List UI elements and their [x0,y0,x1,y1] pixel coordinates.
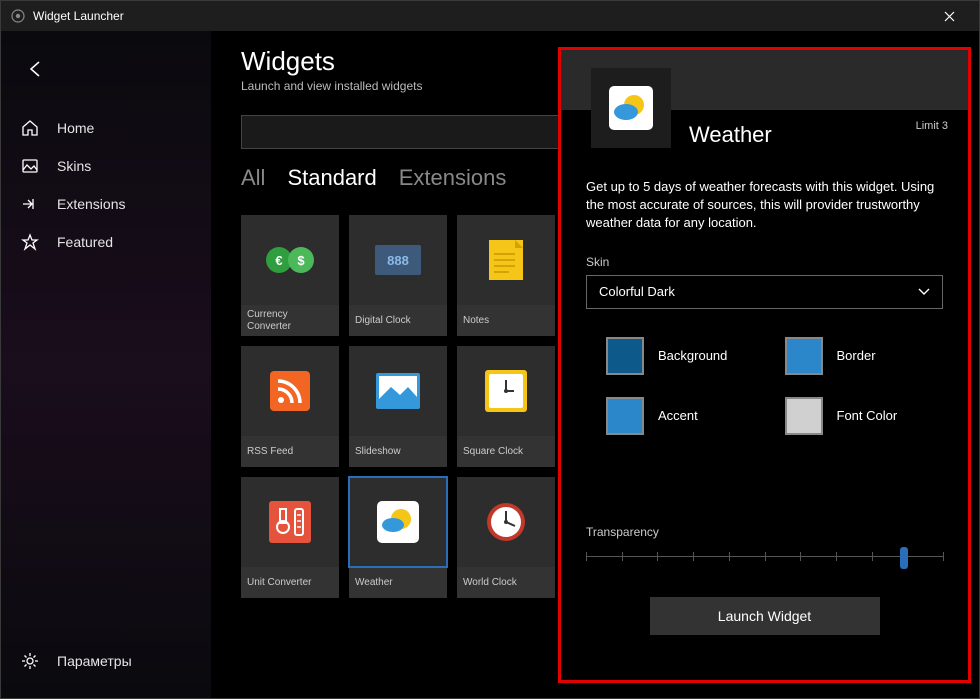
border-color-swatch[interactable] [785,337,823,375]
tab-standard[interactable]: Standard [287,165,376,193]
sidebar-item-label: Home [57,120,94,136]
launch-widget-button[interactable]: Launch Widget [650,597,880,635]
skin-select-value: Colorful Dark [599,284,675,299]
color-label: Border [837,348,876,363]
widget-label: Digital Clock [349,305,447,336]
widget-label: RSS Feed [241,436,339,467]
svg-text:888: 888 [387,253,409,268]
detail-panel: Weather Limit 3 Get up to 5 days of weat… [558,47,971,683]
panel-description: Get up to 5 days of weather forecasts wi… [586,178,943,233]
color-label: Background [658,348,727,363]
star-icon [21,233,39,251]
widget-label: Notes [457,305,555,336]
transparency-slider[interactable] [586,547,943,567]
widget-card-notes[interactable]: Notes [457,215,555,336]
font-color-swatch[interactable] [785,397,823,435]
widget-label: Slideshow [349,436,447,467]
widget-card-weather[interactable]: Weather [349,477,447,598]
extensions-icon [21,195,39,213]
sidebar-item-label: Параметры [57,653,132,669]
widget-card-digital-clock[interactable]: 888 Digital Clock [349,215,447,336]
sidebar-item-settings[interactable]: Параметры [1,642,211,680]
skin-select[interactable]: Colorful Dark [586,275,943,309]
weather-icon [609,86,653,130]
widget-card-square-clock[interactable]: Square Clock [457,346,555,467]
svg-text:€: € [275,253,282,268]
panel-widget-icon-box [591,68,671,148]
slider-thumb[interactable] [900,547,908,569]
svg-text:$: $ [297,253,305,268]
sidebar-item-label: Skins [57,158,91,174]
accent-color-swatch[interactable] [606,397,644,435]
widget-label: Unit Converter [241,567,339,598]
titlebar: Widget Launcher [1,1,979,31]
sidebar-item-label: Featured [57,234,113,250]
color-label: Font Color [837,408,898,423]
skins-icon [21,157,39,175]
widget-label: Weather [349,567,447,598]
chevron-down-icon [918,284,930,299]
panel-title: Weather [689,122,772,148]
app-icon [11,9,25,23]
background-color-swatch[interactable] [606,337,644,375]
titlebar-title: Widget Launcher [33,9,124,23]
widget-label: Square Clock [457,436,555,467]
widget-label: Currency Converter [241,305,339,336]
tab-all[interactable]: All [241,165,265,193]
sidebar-item-home[interactable]: Home [1,109,211,147]
transparency-label: Transparency [586,525,943,539]
back-button[interactable] [16,49,56,89]
home-icon [21,119,39,137]
widget-card-slideshow[interactable]: Slideshow [349,346,447,467]
sidebar-item-extensions[interactable]: Extensions [1,185,211,223]
widget-label: World Clock [457,567,555,598]
gear-icon [21,652,39,670]
panel-limit: Limit 3 [916,120,948,132]
close-button[interactable] [929,1,969,31]
color-label: Accent [658,408,698,423]
skin-label: Skin [586,255,943,269]
widget-card-currency[interactable]: € $ Currency Converter [241,215,339,336]
sidebar-item-label: Extensions [57,196,125,212]
sidebar-item-skins[interactable]: Skins [1,147,211,185]
widget-card-unit-converter[interactable]: Unit Converter [241,477,339,598]
tab-extensions[interactable]: Extensions [399,165,507,193]
widget-card-rss[interactable]: RSS Feed [241,346,339,467]
sidebar-item-featured[interactable]: Featured [1,223,211,261]
sidebar: Home Skins Extensions Featured [1,31,211,698]
widget-card-world-clock[interactable]: World Clock [457,477,555,598]
